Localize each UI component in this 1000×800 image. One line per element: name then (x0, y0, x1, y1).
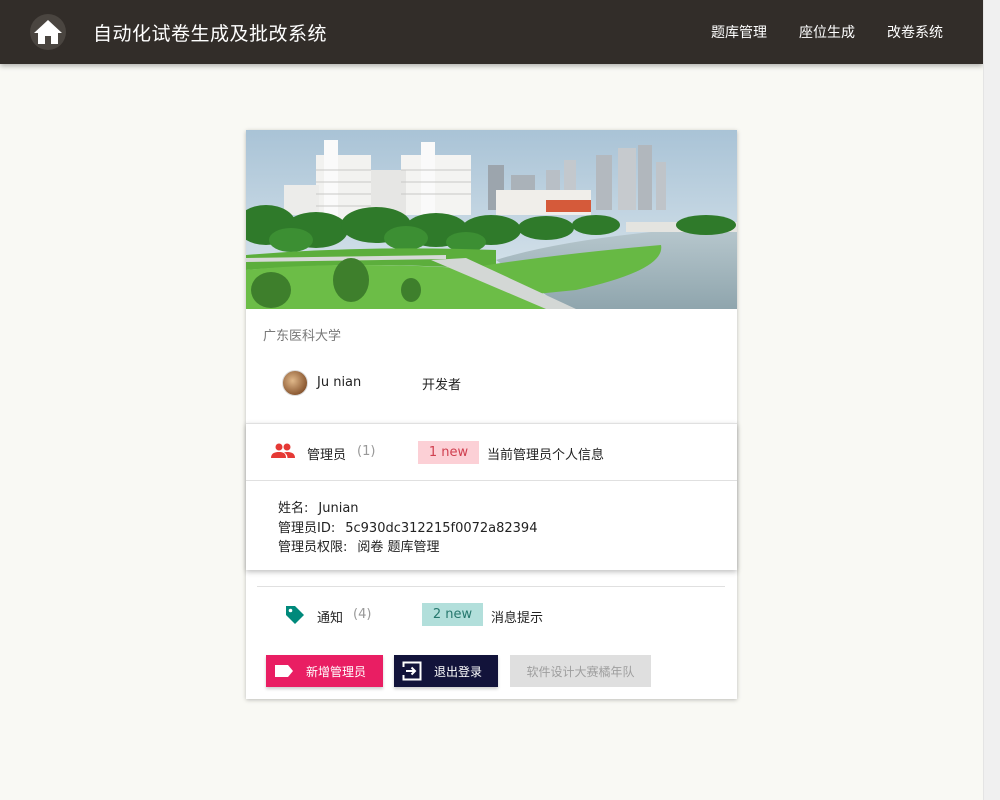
nav-link-grading-system[interactable]: 改卷系统 (887, 22, 943, 42)
notice-count: (4) (353, 607, 372, 622)
avatar (282, 369, 308, 396)
author-name: Ju nian (317, 375, 362, 390)
school-name: 广东医科大学 (263, 329, 342, 344)
author-row: Ju nian 开发者 (282, 369, 461, 396)
admin-info: 姓名: Junian 管理员ID: 5c930dc312215f0072a82394… (278, 499, 537, 558)
admin-panel: 管理员 (1) 1 new 当前管理员个人信息 姓名: Junian 管理员ID:… (246, 423, 737, 570)
admin-title: 管理员 (307, 448, 347, 463)
top-navbar: 自动化试卷生成及批改系统 题库管理 座位生成 改卷系统 (0, 0, 983, 64)
author-role: 开发者 (422, 378, 462, 393)
nav-links: 题库管理 座位生成 改卷系统 (679, 0, 943, 64)
admin-description: 当前管理员个人信息 (487, 448, 605, 463)
app-title: 自动化试卷生成及批改系统 (93, 23, 328, 45)
info-admin-id: 管理员ID: 5c930dc312215f0072a82394 (278, 520, 538, 536)
nav-link-seat-generation[interactable]: 座位生成 (799, 22, 855, 42)
label-icon (274, 664, 294, 678)
notice-new-badge: 2 new (422, 603, 483, 626)
scrollbar[interactable] (983, 0, 1000, 800)
divider (257, 586, 725, 587)
admin-panel-header[interactable]: 管理员 (1) 1 new 当前管理员个人信息 (246, 424, 737, 481)
home-button[interactable] (30, 14, 66, 50)
team-button: 软件设计大赛橘年队 (510, 655, 651, 687)
info-permissions: 管理员权限: 阅卷 题库管理 (278, 540, 440, 555)
profile-card: 广东医科大学 Ju nian 开发者 管理员 (1) 1 new 当前管理员个人… (246, 130, 737, 699)
exit-icon (402, 661, 422, 681)
campus-image (246, 130, 737, 309)
info-name: 姓名: Junian (278, 501, 359, 516)
admin-new-badge: 1 new (418, 441, 479, 464)
logout-label: 退出登录 (434, 664, 483, 679)
add-admin-label: 新增管理员 (306, 664, 367, 679)
notice-title[interactable]: 通知 (317, 607, 343, 626)
nav-link-question-bank[interactable]: 题库管理 (711, 22, 767, 42)
notice-description: 消息提示 (491, 611, 544, 626)
team-label: 软件设计大赛橘年队 (526, 664, 635, 679)
admin-count: (1) (357, 444, 376, 459)
logout-button[interactable]: 退出登录 (394, 655, 498, 687)
tag-icon (286, 606, 304, 624)
people-icon (271, 443, 295, 458)
add-admin-button[interactable]: 新增管理员 (266, 655, 383, 687)
home-icon (34, 20, 62, 44)
